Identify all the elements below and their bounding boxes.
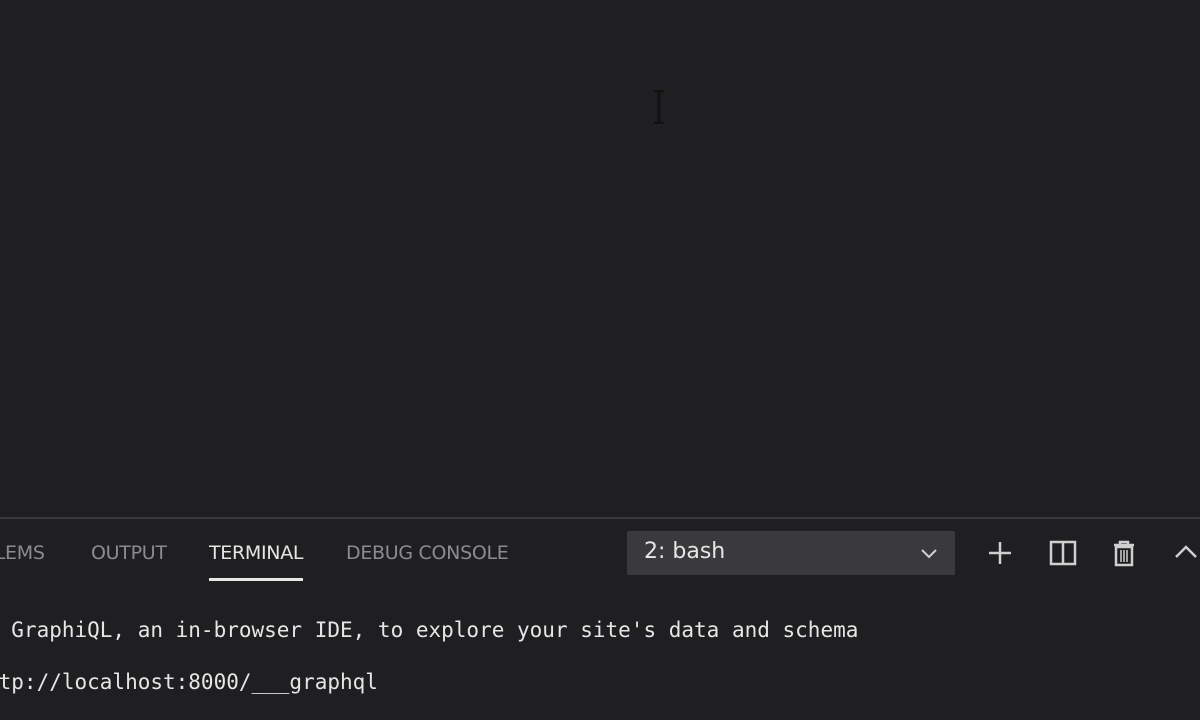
editor-area[interactable] [0, 0, 1200, 517]
terminal-line: ttp://localhost:8000/___graphql [0, 670, 378, 694]
terminal-line: w GraphiQL, an in-browser IDE, to explor… [0, 618, 859, 642]
trash-icon[interactable] [1108, 537, 1140, 569]
terminal-output[interactable]: w GraphiQL, an in-browser IDE, to explor… [0, 615, 1200, 711]
plus-icon[interactable] [984, 537, 1016, 569]
chevron-down-icon [921, 549, 937, 559]
bottom-panel: BLEMS OUTPUT TERMINAL DEBUG CONSOLE 2: b… [0, 519, 1200, 720]
split-icon[interactable] [1047, 537, 1079, 569]
terminal-select-label: 2: bash [644, 539, 726, 564]
tab-debug-console[interactable]: DEBUG CONSOLE [346, 539, 509, 571]
tab-output[interactable]: OUTPUT [91, 539, 167, 571]
chevron-up-icon[interactable] [1170, 537, 1200, 569]
terminal-select[interactable]: 2: bash [627, 531, 955, 575]
tab-terminal[interactable]: TERMINAL [209, 539, 304, 581]
text-cursor-icon [654, 90, 664, 124]
tab-problems[interactable]: BLEMS [0, 539, 45, 571]
panel-tabs: BLEMS OUTPUT TERMINAL DEBUG CONSOLE [0, 519, 600, 589]
